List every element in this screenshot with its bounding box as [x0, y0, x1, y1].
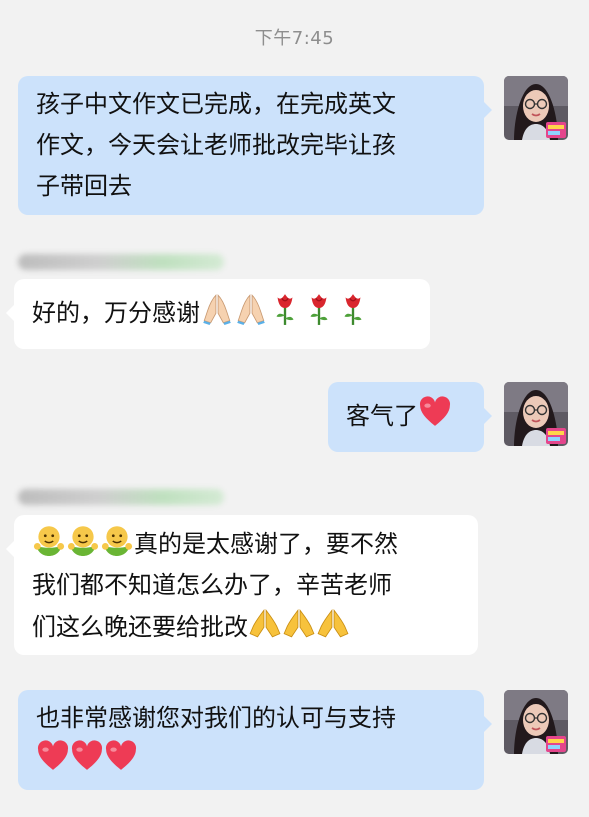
bubble-tail — [484, 716, 492, 732]
pray-icon — [316, 606, 350, 640]
heart-icon — [104, 739, 138, 773]
bubble-tail — [484, 102, 492, 118]
sender-name-blurred — [18, 489, 224, 505]
rose-icon — [268, 292, 302, 326]
my-avatar[interactable] — [504, 76, 568, 140]
message-text-line: 作文，今天会让老师批改完毕让孩 — [36, 131, 396, 159]
message-bubble-incoming[interactable]: 真的是太感谢了，要不然 我们都不知道怎么办了，辛苦老师 们这么晚还要给批改 — [6, 515, 478, 655]
message-bubble-outgoing[interactable]: 孩子中文作文已完成，在完成英文 作文，今天会让老师批改完毕让孩 子带回去 — [18, 76, 492, 215]
my-avatar[interactable] — [504, 690, 568, 754]
bubble-tail — [6, 305, 14, 321]
message-text-line: 真的是太感谢了，要不然 — [134, 530, 398, 558]
bubble-tail — [6, 541, 14, 557]
message-text-line: 我们都不知道怎么办了，辛苦老师 — [32, 571, 392, 599]
hug-icon — [66, 523, 100, 557]
message-bubble-outgoing[interactable]: 客气了 — [328, 382, 492, 452]
hug-icon — [100, 523, 134, 557]
message-text-line: 也非常感谢您对我们的认可与支持 — [36, 704, 396, 732]
message-text-line: 们这么晚还要给批改 — [32, 613, 248, 641]
my-avatar[interactable] — [504, 382, 568, 446]
message-text-line: 孩子中文作文已完成，在完成英文 — [36, 90, 396, 118]
timestamp: 下午7:45 — [254, 28, 335, 49]
heart-icon — [418, 395, 452, 429]
message-text: 好的，万分感谢 — [32, 299, 200, 327]
message-text: 客气了 — [346, 402, 418, 430]
heart-icon — [70, 739, 104, 773]
pray-icon — [282, 606, 316, 640]
message-bubble-incoming[interactable]: 好的，万分感谢 — [6, 279, 430, 349]
message-text-line: 子带回去 — [36, 172, 132, 200]
message-bubble-outgoing[interactable]: 也非常感谢您对我们的认可与支持 — [18, 690, 492, 790]
hug-icon — [32, 523, 66, 557]
pray-icon — [248, 606, 282, 640]
rose-icon — [336, 292, 370, 326]
rose-icon — [302, 292, 336, 326]
pray-icon — [200, 292, 234, 326]
pray-icon — [234, 292, 268, 326]
sender-name-blurred — [18, 254, 224, 270]
bubble-tail — [484, 408, 492, 424]
heart-icon — [36, 739, 70, 773]
